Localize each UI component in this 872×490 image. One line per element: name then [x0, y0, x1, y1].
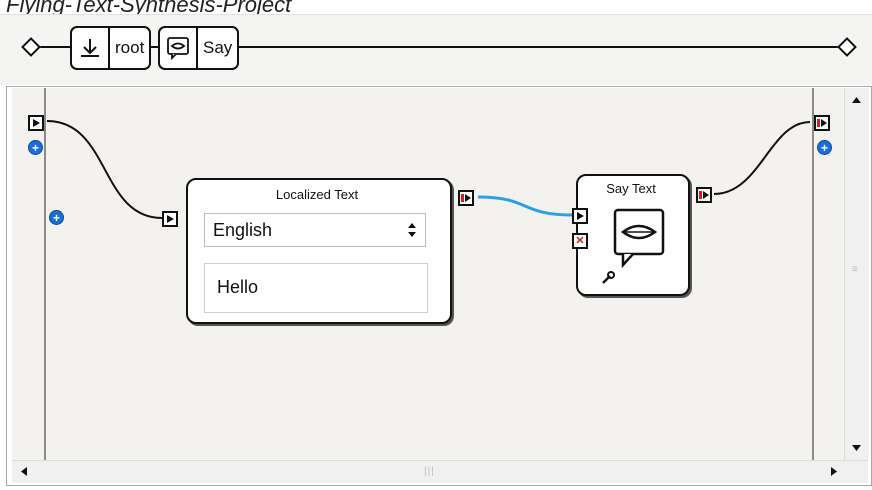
- say-text-title: Say Text: [606, 181, 656, 196]
- language-value: English: [213, 219, 273, 240]
- arrow-up-icon: [851, 97, 861, 103]
- stop-output-icon: [461, 194, 471, 202]
- horizontal-scrollbar[interactable]: [12, 460, 868, 483]
- arrow-left-icon: [21, 466, 27, 476]
- arrow-right-icon: [831, 466, 837, 476]
- stop-output-icon: [699, 191, 709, 199]
- localized-text-title: Localized Text: [275, 187, 359, 202]
- say-text-onstart-input[interactable]: [572, 208, 588, 224]
- play-icon: [167, 215, 174, 223]
- updown-arrows-icon: [408, 223, 416, 237]
- scrollbar-grip: ≡: [852, 264, 859, 275]
- arrow-down-icon: [851, 445, 861, 451]
- scrollbar-grip: |||: [424, 466, 435, 477]
- localized-text-onstart-input[interactable]: [162, 211, 178, 227]
- wrench-icon[interactable]: [600, 270, 616, 291]
- behavior-start-input[interactable]: [28, 115, 44, 131]
- scroll-right-button[interactable]: [824, 461, 844, 481]
- add-output-button[interactable]: +: [817, 140, 832, 155]
- speech-bubble-icon: [613, 208, 667, 273]
- scroll-down-button[interactable]: [846, 438, 866, 458]
- scroll-up-button[interactable]: [846, 90, 866, 110]
- add-parameter-button[interactable]: +: [49, 210, 64, 225]
- language-select[interactable]: English: [204, 213, 426, 247]
- play-icon: [33, 119, 40, 127]
- localized-text-output[interactable]: [458, 190, 474, 206]
- say-text-onstop-input[interactable]: ✕: [572, 233, 588, 249]
- play-icon: [577, 212, 584, 220]
- wire-start-to-localized-text: [46, 120, 163, 219]
- behavior-end-output[interactable]: [814, 115, 830, 131]
- stop-output-icon: [817, 119, 827, 127]
- add-input-button[interactable]: +: [28, 140, 43, 155]
- say-text-output[interactable]: [696, 187, 712, 203]
- scroll-left-button[interactable]: [14, 461, 34, 481]
- localized-text-input[interactable]: Hello: [204, 263, 428, 313]
- wire-say-text-to-end: [713, 121, 811, 195]
- wire-localized-text-to-say-text: [477, 195, 573, 217]
